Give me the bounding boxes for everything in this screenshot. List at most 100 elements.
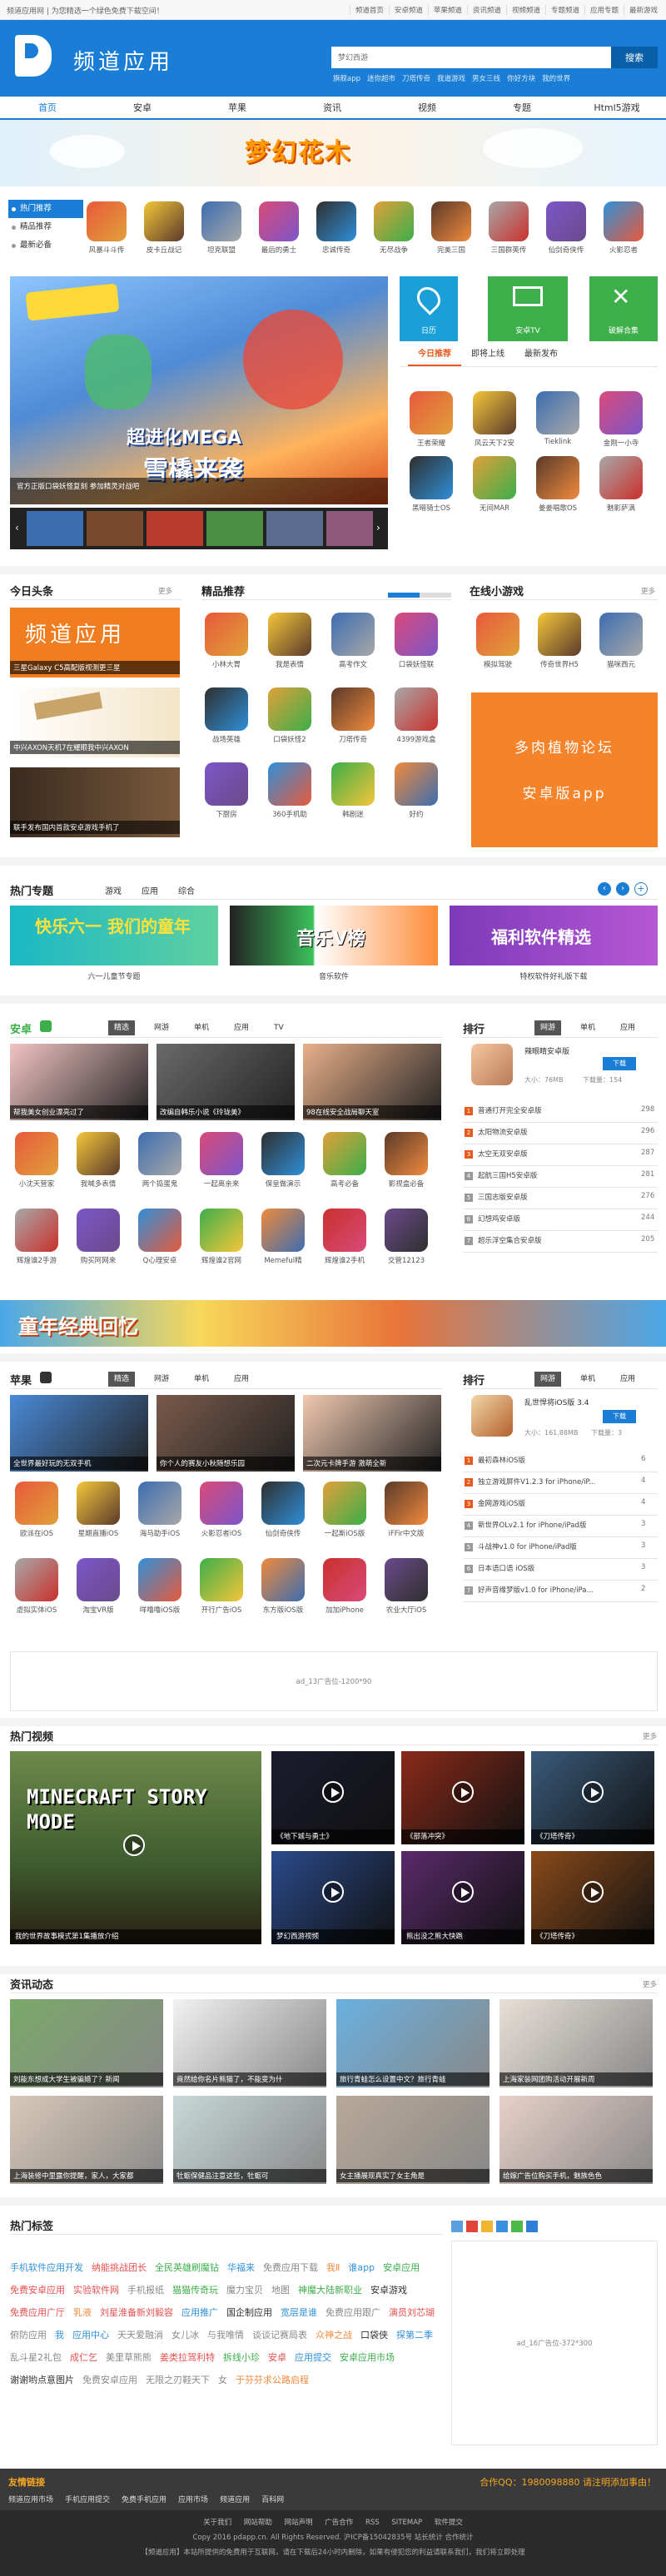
hot-link[interactable]: 我的世界 <box>542 73 570 83</box>
news-card[interactable]: 刘能东想成大学生被骗婚了？新闻 <box>10 1999 163 2087</box>
app-label[interactable]: 咩噜噜iOS版 <box>131 1605 189 1615</box>
hero-thumbnail[interactable] <box>147 511 203 546</box>
friend-link[interactable]: 免费手机应用 <box>122 2494 166 2504</box>
tag-link[interactable]: 手机软件应用开发 <box>10 2257 83 2279</box>
tag-link[interactable]: 成仁乞 <box>70 2347 97 2369</box>
rank-row[interactable]: 1 最初森林iOS版 <box>465 1455 631 1465</box>
rank-tab[interactable]: 单机 <box>574 1372 601 1387</box>
video-card[interactable]: 熊出没之熊大快跑 <box>401 1851 524 1944</box>
rank-row[interactable]: 3 金网游戏iOS版 <box>465 1498 631 1508</box>
rank-row[interactable]: 1 普通打开完全安卓版 <box>465 1105 631 1115</box>
rank-row[interactable]: 6 幻想鸡安卓版 <box>465 1214 631 1223</box>
top-link-topic[interactable]: 专题频道 <box>544 5 584 15</box>
app-label[interactable]: 无尽战争 <box>366 245 421 255</box>
rank-name[interactable]: 日本语口语 iOS版 <box>478 1565 534 1573</box>
add-circle-icon[interactable]: + <box>634 882 648 896</box>
android-tab[interactable]: TV <box>268 1020 290 1035</box>
apple-tab[interactable]: 网游 <box>148 1372 175 1387</box>
play-icon[interactable] <box>452 1781 474 1803</box>
app-label[interactable]: 影视盒必备 <box>377 1179 435 1189</box>
tag-link[interactable]: 全民英雄刷魔钻 <box>155 2257 219 2279</box>
app-label[interactable]: 一起离亲来 <box>192 1179 251 1189</box>
ad-slot-372x300[interactable]: ad_16广告位-372*300 <box>451 2241 658 2445</box>
footer-nav-link[interactable]: 关于我们 <box>203 2519 231 2527</box>
app-label[interactable]: 无间MAR <box>465 503 524 513</box>
rank-row[interactable]: 2 太阳物流安卓版 <box>465 1127 631 1137</box>
video-card[interactable]: 《刀塔传奇》 <box>531 1751 654 1844</box>
app-icon[interactable] <box>385 1482 428 1525</box>
tag-link[interactable]: 应用中心 <box>72 2325 109 2346</box>
app-icon[interactable] <box>87 201 127 241</box>
app-icon[interactable] <box>331 762 375 806</box>
app-icon[interactable] <box>395 613 438 656</box>
app-icon[interactable] <box>489 201 529 241</box>
tag-link[interactable]: 我 <box>55 2325 64 2346</box>
app-label[interactable]: 保皇做演示 <box>254 1179 312 1189</box>
app-icon[interactable] <box>261 1132 305 1175</box>
video-card[interactable]: 《部落冲突》 <box>401 1751 524 1844</box>
android-tab[interactable]: 网游 <box>148 1020 175 1035</box>
topic-card[interactable]: 音乐V榜 <box>230 906 438 965</box>
app-label[interactable]: iFFir中文版 <box>377 1528 435 1538</box>
logo-text[interactable]: 频道应用 <box>73 45 173 76</box>
minigames-more-link[interactable]: 更多 <box>641 586 655 596</box>
recommend-list-item[interactable]: 热门推荐 <box>8 200 83 218</box>
news-card[interactable]: 女主播展现真实了女主角是 <box>336 2096 490 2184</box>
app-label[interactable]: 淘宝VR版 <box>69 1605 127 1615</box>
rank-top-app-icon[interactable] <box>471 1044 513 1085</box>
prev-arrow-icon[interactable]: ‹ <box>15 522 19 534</box>
tag-link[interactable]: 国企制应用 <box>226 2302 272 2324</box>
app-label[interactable]: 我是表情 <box>260 659 320 669</box>
app-icon[interactable] <box>323 1209 366 1252</box>
hot-link[interactable]: 刀塔传奇 <box>402 73 430 83</box>
rank-name[interactable]: 好声音缘梦版v1.0 for iPhone/iPa... <box>478 1586 594 1595</box>
tag-link[interactable]: 魔力宝贝 <box>226 2280 263 2301</box>
download-button[interactable]: 下载 <box>603 1410 636 1423</box>
hero-thumbnail[interactable] <box>27 511 83 546</box>
next-circle-icon[interactable]: › <box>616 882 629 896</box>
top-link-video[interactable]: 视频频道 <box>505 5 545 15</box>
android-tab[interactable]: 单机 <box>188 1020 215 1035</box>
app-label[interactable]: 4399游戏盒 <box>386 734 446 744</box>
app-label[interactable]: 一起斯iOS版 <box>316 1528 374 1538</box>
tag-link[interactable]: 手机报纸 <box>127 2280 164 2301</box>
app-label[interactable]: 辉煌谁2官网 <box>192 1255 251 1265</box>
forum-ad-banner[interactable]: 多肉植物论坛 安卓版app <box>471 692 658 847</box>
hot-link[interactable]: 你好方块 <box>507 73 535 83</box>
app-icon[interactable] <box>385 1209 428 1252</box>
app-label[interactable]: Tieklink <box>528 438 588 446</box>
app-label[interactable]: Memeful精 <box>254 1255 312 1265</box>
hot-link[interactable]: 迷你超市 <box>367 73 395 83</box>
android-tab[interactable]: 应用 <box>228 1020 255 1035</box>
news-card[interactable]: 旅行青蛙怎么设置中文？旅行青蛙 <box>336 1999 490 2087</box>
app-icon[interactable] <box>200 1132 243 1175</box>
app-icon[interactable] <box>77 1209 120 1252</box>
rank-tab[interactable]: 单机 <box>574 1020 601 1035</box>
tag-link[interactable]: 于芬芬求公路启程 <box>236 2370 309 2391</box>
app-label[interactable]: 两个捣蛋鬼 <box>131 1179 189 1189</box>
nav-news[interactable]: 资讯 <box>285 97 380 118</box>
app-label[interactable]: 农业大厅iOS <box>377 1605 435 1615</box>
app-icon[interactable] <box>138 1482 181 1525</box>
app-icon[interactable] <box>473 456 516 499</box>
rank-row[interactable]: 2 独立游戏屏件V1.2.3 for iPhone/iP... <box>465 1477 631 1487</box>
nav-android[interactable]: 安卓 <box>95 97 190 118</box>
app-icon[interactable] <box>261 1482 305 1525</box>
footer-nav-link[interactable]: 网站帮助 <box>244 2519 272 2527</box>
top-link-apple[interactable]: 苹果频道 <box>427 5 467 15</box>
news-card[interactable]: 牡蛎保健品注意这些，牡蛎可 <box>173 2096 326 2184</box>
app-icon[interactable] <box>323 1558 366 1601</box>
app-label[interactable]: 风暴斗斗传 <box>79 245 134 255</box>
app-label[interactable]: 交管12123 <box>377 1255 435 1265</box>
tile-crack-collection[interactable]: ✕ 破解合集 <box>589 276 658 341</box>
app-icon[interactable] <box>138 1209 181 1252</box>
rank-top-app-icon[interactable] <box>471 1395 513 1437</box>
download-button[interactable]: 下载 <box>603 1057 636 1070</box>
tag-link[interactable]: 乳液 <box>73 2302 92 2324</box>
tag-link[interactable]: 免费应用下载 <box>263 2257 318 2279</box>
tag-link[interactable]: 免费安卓应用 <box>10 2280 65 2301</box>
top-link-new-games[interactable]: 最新游戏 <box>623 5 663 15</box>
app-label[interactable]: 加加iPhone <box>316 1605 374 1615</box>
topics-tab[interactable]: 综合 <box>178 884 195 896</box>
prev-circle-icon[interactable]: ‹ <box>598 882 611 896</box>
